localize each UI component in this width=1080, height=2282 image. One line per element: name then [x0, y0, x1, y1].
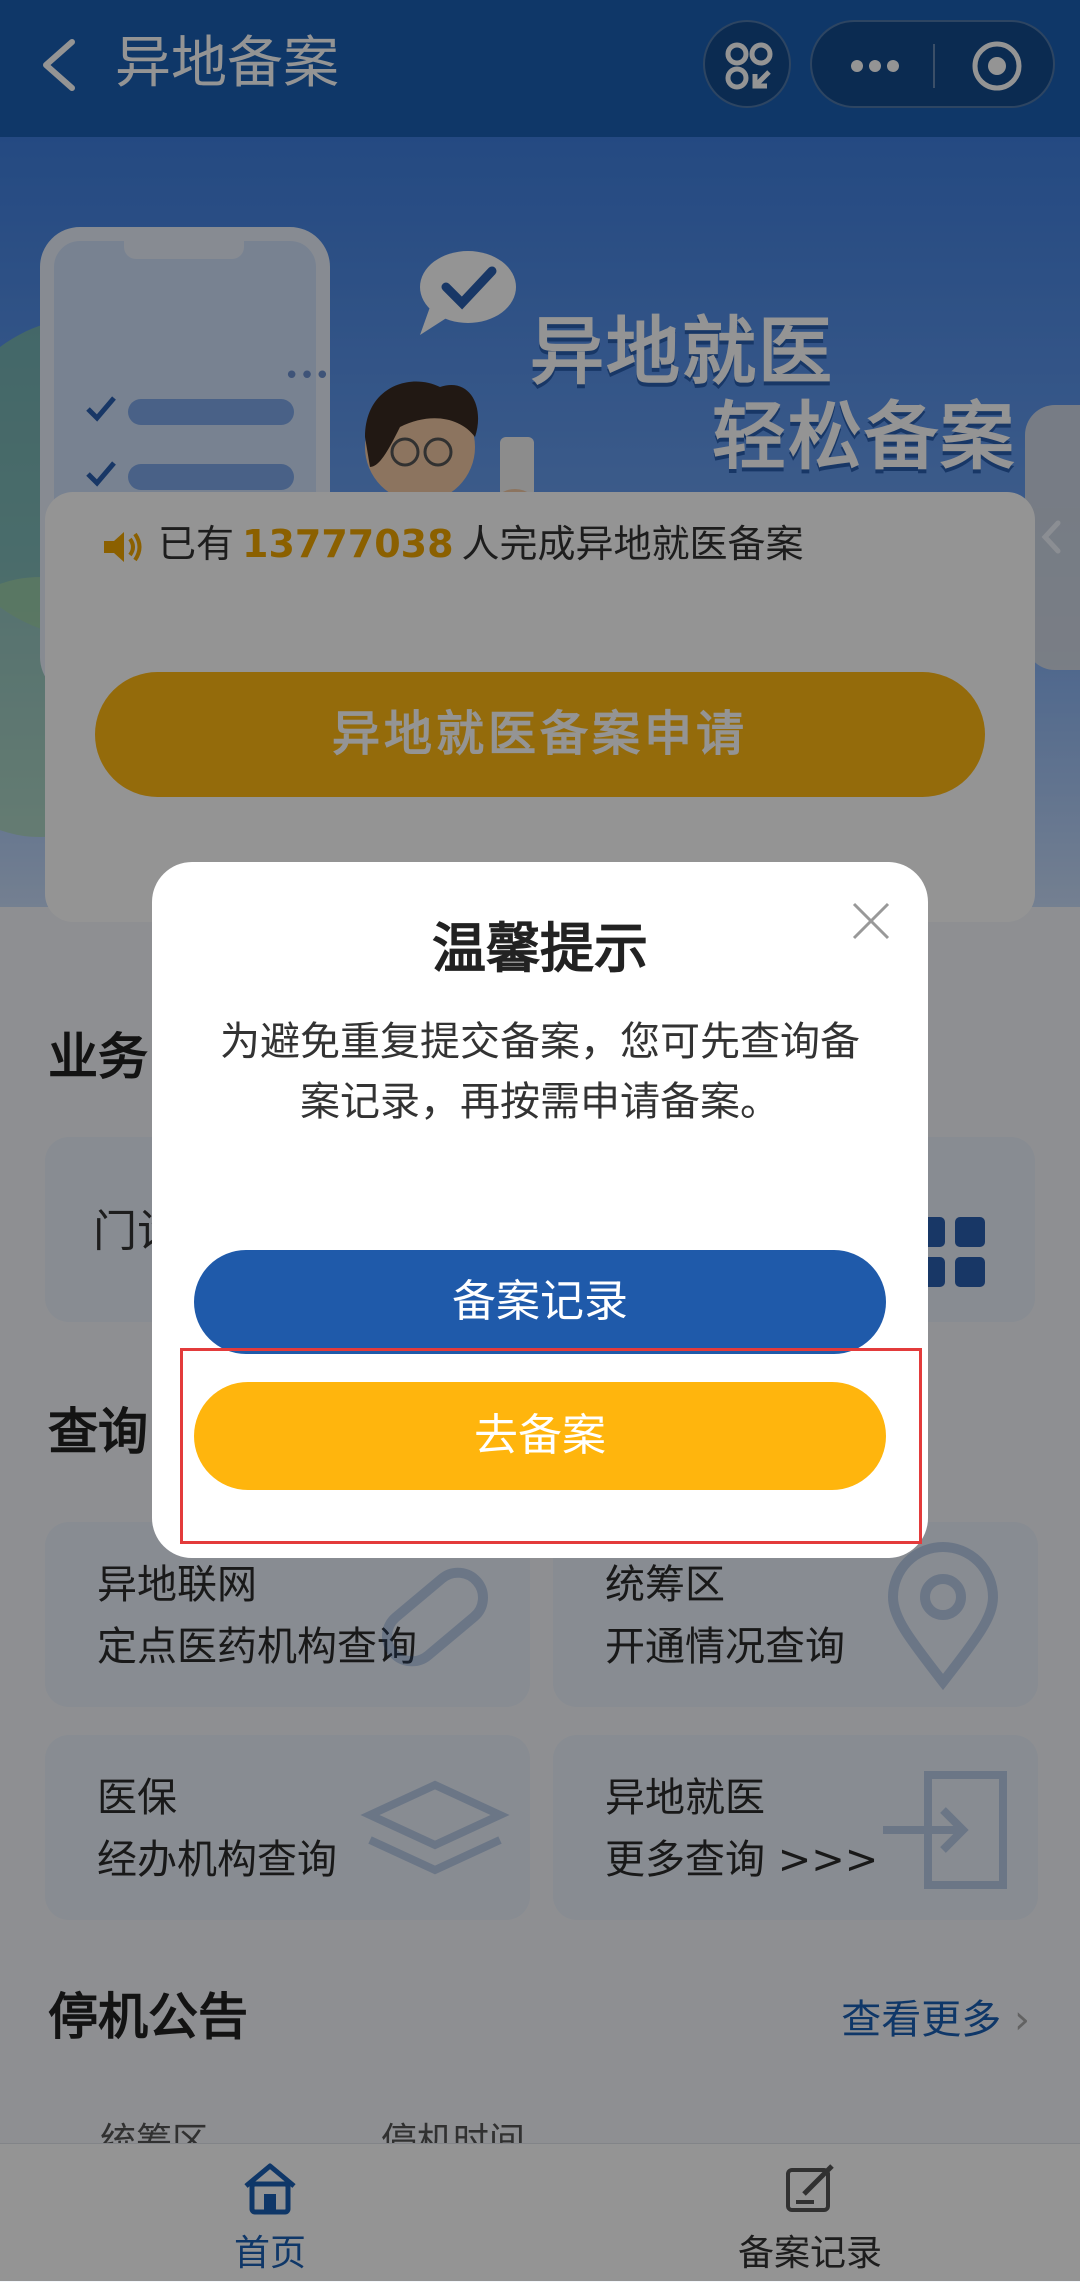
- dialog-message-line1: 为避免重复提交备案，您可先查询备: [220, 1019, 860, 1065]
- filing-records-button[interactable]: 备案记录: [194, 1250, 886, 1354]
- highlight-annotation-box: [180, 1348, 922, 1544]
- close-icon[interactable]: [848, 898, 894, 944]
- dialog-title: 温馨提示: [432, 917, 648, 980]
- dialog-message: 为避免重复提交备案，您可先查询备 案记录，再按需申请备案。: [212, 1012, 868, 1132]
- dialog-message-line2: 案记录，再按需申请备案。: [300, 1079, 780, 1125]
